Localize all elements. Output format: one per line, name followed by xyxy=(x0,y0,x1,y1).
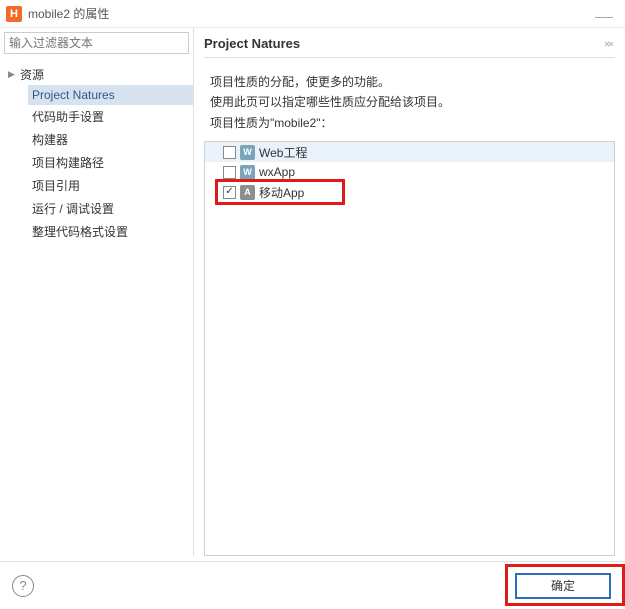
window-title: mobile2 的属性 xyxy=(28,5,109,22)
nature-row[interactable]: WwxApp xyxy=(205,162,614,182)
sidebar-item[interactable]: 代码助手设置 xyxy=(28,105,193,128)
sidebar: ▶ 资源 Project Natures代码助手设置构建器项目构建路径项目引用运… xyxy=(0,28,194,556)
nature-label: Web工程 xyxy=(259,144,307,161)
nature-row[interactable]: ✓ A 移动App xyxy=(205,182,614,202)
sidebar-item[interactable]: 构建器 xyxy=(28,128,193,151)
filter-input[interactable] xyxy=(4,32,189,54)
main-panel: Project Natures 项目性质的分配，使更多的功能。 使用此页可以指定… xyxy=(194,28,625,556)
nature-row[interactable]: W Web工程 xyxy=(205,142,614,162)
sidebar-item[interactable]: 整理代码格式设置 xyxy=(28,220,193,243)
nature-label: wxApp xyxy=(259,165,295,179)
nature-type-icon: W xyxy=(240,165,255,180)
page-title: Project Natures xyxy=(204,36,603,51)
desc-line: 项目性质的分配，使更多的功能。 xyxy=(210,72,615,92)
tree-root-label: 资源 xyxy=(20,66,44,83)
divider xyxy=(204,57,615,58)
desc-line: 项目性质为"mobile2"： xyxy=(210,113,615,133)
sidebar-item[interactable]: 运行 / 调试设置 xyxy=(28,197,193,220)
checkbox[interactable]: ✓ xyxy=(223,186,236,199)
sidebar-item[interactable]: Project Natures xyxy=(28,85,193,105)
nature-list: WWeb工程WwxApp✓A移动App xyxy=(204,141,615,556)
minimize-icon[interactable] xyxy=(595,17,613,19)
checkbox[interactable] xyxy=(223,146,236,159)
ok-button[interactable]: 确定 xyxy=(515,573,611,599)
nature-type-icon: A xyxy=(240,185,255,200)
body: ▶ 资源 Project Natures代码助手设置构建器项目构建路径项目引用运… xyxy=(0,28,625,556)
tree-root-resources[interactable]: ▶ 资源 xyxy=(8,64,193,85)
sidebar-item[interactable]: 项目构建路径 xyxy=(28,151,193,174)
help-icon[interactable]: ? xyxy=(12,575,34,597)
app-icon: H xyxy=(6,6,22,22)
sidebar-item[interactable]: 项目引用 xyxy=(28,174,193,197)
tree-children: Project Natures代码助手设置构建器项目构建路径项目引用运行 / 调… xyxy=(8,85,193,243)
collapse-icon[interactable] xyxy=(603,38,615,50)
nav-tree: ▶ 资源 Project Natures代码助手设置构建器项目构建路径项目引用运… xyxy=(0,58,193,243)
main-header: Project Natures xyxy=(204,36,615,51)
desc-line: 使用此页可以指定哪些性质应分配给该项目。 xyxy=(210,92,615,112)
checkbox[interactable] xyxy=(223,166,236,179)
description: 项目性质的分配，使更多的功能。 使用此页可以指定哪些性质应分配给该项目。 项目性… xyxy=(204,72,615,133)
nature-label: 移动App xyxy=(259,184,304,201)
nature-type-icon: W xyxy=(240,145,255,160)
titlebar: H mobile2 的属性 xyxy=(0,0,625,28)
chevron-right-icon[interactable]: ▶ xyxy=(8,69,20,80)
footer: ? 确定 xyxy=(0,561,625,609)
